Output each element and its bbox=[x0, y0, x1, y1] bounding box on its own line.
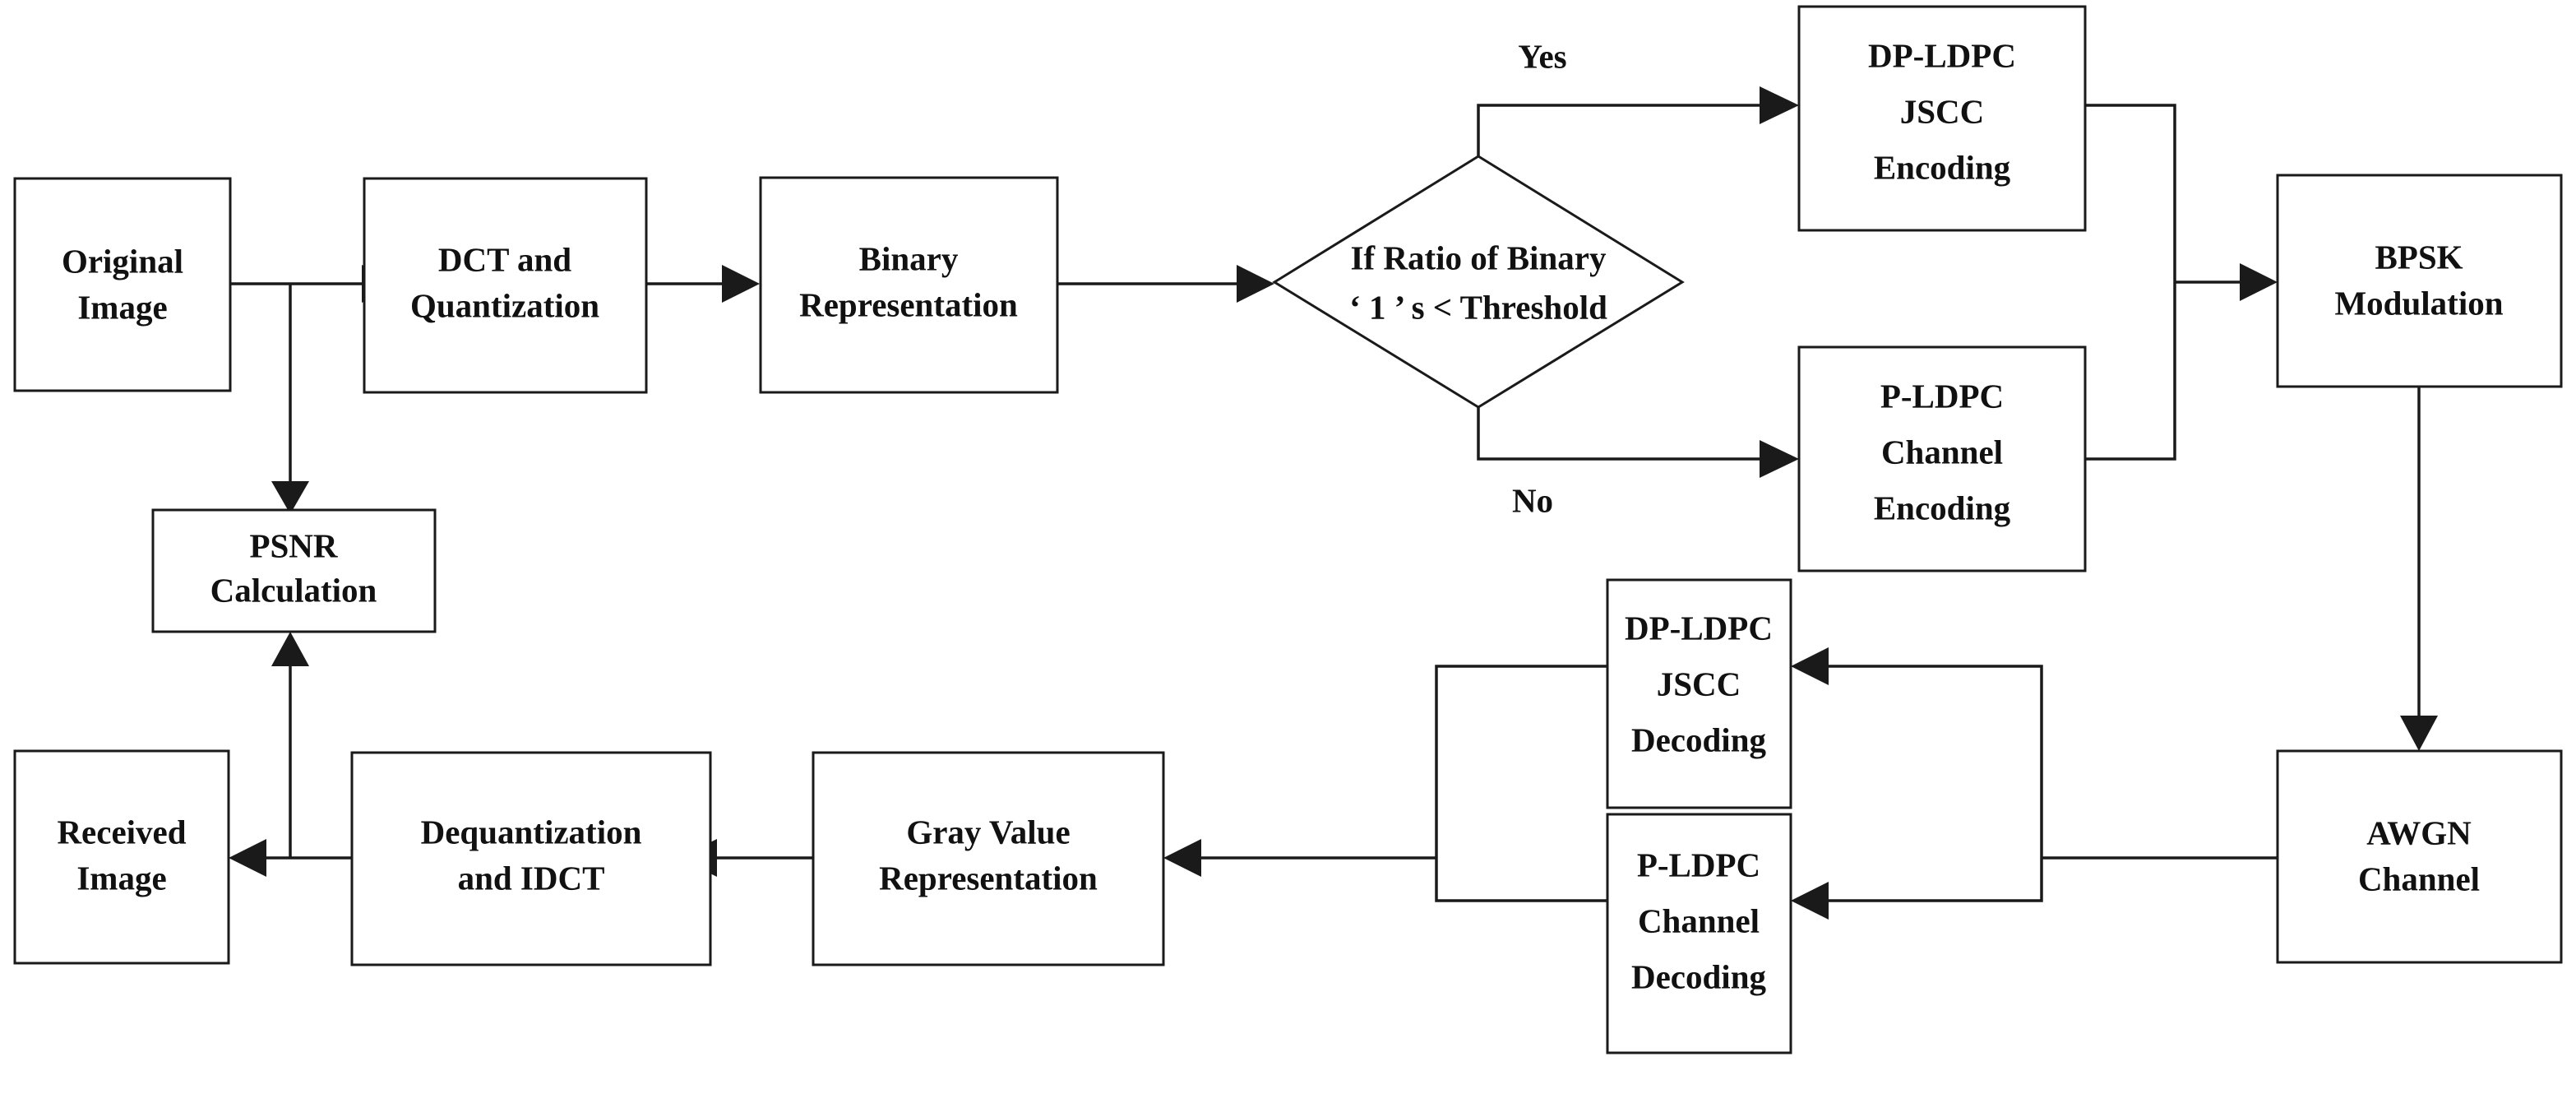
node-dp-ldpc-jscc-encoding-line2: JSCC bbox=[1900, 92, 1985, 130]
node-dequantization-idct-line1: Dequantization bbox=[421, 813, 642, 850]
node-p-ldpc-channel-encoding-line3: Encoding bbox=[1874, 489, 2011, 526]
arrowhead-bpsk-to-awgn bbox=[2400, 716, 2438, 751]
node-gray-value-representation-line2: Representation bbox=[879, 859, 1098, 897]
arrowhead-dct-to-binary bbox=[722, 265, 760, 303]
node-dp-ldpc-jscc-decoding-line3: Decoding bbox=[1631, 721, 1767, 758]
connector-decision-no bbox=[1477, 407, 1760, 461]
node-dequantization-idct-line2: and IDCT bbox=[458, 859, 605, 897]
flowchart-diagram: Original Image DCT and Quantization Bina… bbox=[0, 0, 2576, 1103]
node-dp-ldpc-jscc-decoding-line1: DP-LDPC bbox=[1625, 609, 1773, 647]
node-original-image[interactable]: Original Image bbox=[13, 177, 232, 392]
arrowhead-decision-yes bbox=[1760, 86, 1799, 124]
node-original-image-line1: Original bbox=[62, 242, 183, 280]
node-p-ldpc-channel-encoding[interactable]: P-LDPC Channel Encoding bbox=[1797, 345, 2087, 572]
flowchart-canvas: Original Image DCT and Quantization Bina… bbox=[13, 5, 2563, 1054]
arrowhead-split-to-p-decoder bbox=[1791, 882, 1829, 920]
node-bpsk-modulation[interactable]: BPSK Modulation bbox=[2276, 174, 2563, 388]
edge-label-yes: Yes bbox=[1518, 37, 1566, 75]
node-psnr-calculation-line1: PSNR bbox=[249, 526, 337, 564]
node-received-image[interactable]: Received Image bbox=[13, 749, 230, 965]
arrowhead-binary-to-decision bbox=[1237, 265, 1274, 303]
node-gray-value-representation-line1: Gray Value bbox=[906, 813, 1070, 850]
node-received-image-box bbox=[13, 749, 230, 965]
node-received-image-line1: Received bbox=[57, 813, 186, 850]
connector-decoders-merge bbox=[1435, 665, 1607, 902]
connector-split-to-dp-decoder bbox=[1829, 665, 2043, 858]
node-dp-ldpc-jscc-encoding-line3: Encoding bbox=[1874, 148, 2011, 186]
node-dp-ldpc-jscc-decoding-line2: JSCC bbox=[1657, 665, 1741, 702]
node-p-ldpc-channel-decoding-line2: Channel bbox=[1638, 901, 1760, 939]
node-p-ldpc-channel-decoding[interactable]: P-LDPC Channel Decoding bbox=[1606, 813, 1792, 1054]
node-p-ldpc-channel-decoding-line1: P-LDPC bbox=[1637, 846, 1760, 883]
node-awgn-channel-box bbox=[2276, 749, 2563, 964]
node-threshold-decision-line2: ‘ 1 ’ s < Threshold bbox=[1349, 288, 1607, 326]
node-dequantization-idct[interactable]: Dequantization and IDCT bbox=[350, 751, 712, 966]
node-psnr-calculation[interactable]: PSNR Calculation bbox=[151, 508, 437, 633]
connector-split-to-p-decoder bbox=[1829, 858, 2043, 902]
node-binary-representation[interactable]: Binary Representation bbox=[759, 176, 1059, 394]
node-dct-quantization[interactable]: DCT and Quantization bbox=[363, 177, 648, 394]
node-dp-ldpc-jscc-decoding[interactable]: DP-LDPC JSCC Decoding bbox=[1606, 578, 1792, 809]
node-threshold-decision-shape bbox=[1272, 155, 1685, 409]
node-threshold-decision-line1: If Ratio of Binary bbox=[1351, 239, 1607, 276]
node-bpsk-modulation-line1: BPSK bbox=[2375, 238, 2463, 276]
node-awgn-channel[interactable]: AWGN Channel bbox=[2276, 749, 2563, 964]
arrowhead-merge-to-bpsk bbox=[2240, 263, 2278, 301]
node-dct-quantization-box bbox=[363, 177, 648, 394]
node-dct-quantization-line2: Quantization bbox=[410, 286, 599, 324]
node-original-image-line2: Image bbox=[77, 288, 167, 326]
node-binary-representation-line1: Binary bbox=[859, 239, 959, 277]
node-binary-representation-line2: Representation bbox=[799, 285, 1018, 323]
arrowhead-merge-to-gray-value bbox=[1163, 839, 1201, 877]
node-p-ldpc-channel-encoding-line1: P-LDPC bbox=[1880, 377, 2004, 415]
connector-encoders-merge bbox=[2085, 104, 2176, 461]
node-threshold-decision[interactable]: If Ratio of Binary ‘ 1 ’ s < Threshold bbox=[1272, 155, 1685, 409]
arrowhead-received-to-psnr bbox=[271, 632, 309, 666]
node-awgn-channel-line2: Channel bbox=[2358, 860, 2480, 897]
node-original-image-box bbox=[13, 177, 232, 392]
node-bpsk-modulation-box bbox=[2276, 174, 2563, 388]
arrowhead-decision-no bbox=[1760, 440, 1799, 478]
node-p-ldpc-channel-decoding-line3: Decoding bbox=[1631, 957, 1767, 995]
edge-label-no: No bbox=[1512, 481, 1553, 519]
node-dp-ldpc-jscc-encoding[interactable]: DP-LDPC JSCC Encoding bbox=[1797, 5, 2087, 232]
node-psnr-calculation-line2: Calculation bbox=[210, 571, 377, 609]
node-dp-ldpc-jscc-encoding-line1: DP-LDPC bbox=[1868, 36, 2016, 74]
node-p-ldpc-channel-encoding-line2: Channel bbox=[1881, 433, 2003, 470]
node-bpsk-modulation-line2: Modulation bbox=[2334, 284, 2503, 322]
arrowhead-dequant-to-received bbox=[229, 839, 266, 877]
node-received-image-line2: Image bbox=[76, 859, 166, 897]
arrowhead-split-to-dp-decoder bbox=[1791, 647, 1829, 685]
node-gray-value-representation[interactable]: Gray Value Representation bbox=[812, 751, 1165, 966]
node-dct-quantization-line1: DCT and bbox=[438, 240, 571, 278]
connector-decision-yes bbox=[1477, 104, 1760, 156]
node-awgn-channel-line1: AWGN bbox=[2366, 813, 2472, 851]
